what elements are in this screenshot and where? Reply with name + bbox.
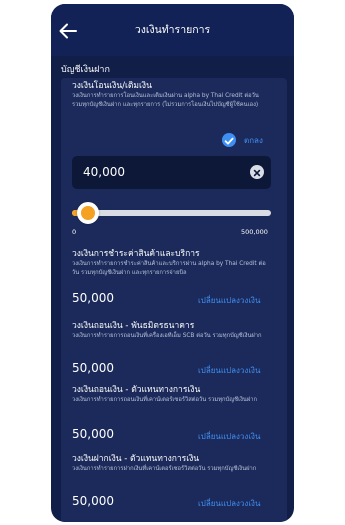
transfer-limit-title: วงเงินโอนเงิน/เติมเงิน <box>72 81 152 91</box>
back-arrow-icon[interactable] <box>57 20 79 42</box>
limit-amount: 50,000 <box>72 427 114 441</box>
limit-amount: 50,000 <box>72 291 114 305</box>
change-limit-button[interactable]: เปลี่ยนแปลงวงเงิน <box>198 364 260 377</box>
change-limit-button[interactable]: เปลี่ยนแปลงวงเงิน <box>198 497 260 510</box>
slider-thumb[interactable] <box>76 202 99 224</box>
slider-max-label: 500,000 <box>241 228 268 236</box>
limit-slider[interactable] <box>72 202 271 224</box>
section-title: บัญชีเงินฝาก <box>61 65 110 75</box>
transfer-limit-description: วงเงินการทำรายการโอนเงินและเติมเงินผ่าน … <box>72 93 259 108</box>
limit-description: วงเงินการทำรายการฝากเงินที่เคาน์เตอร์เซอ… <box>72 466 257 472</box>
limit-title: วงเงินการชำระค่าสินค้าและบริการ <box>72 249 200 259</box>
limit-amount: 50,000 <box>72 361 114 375</box>
limit-amount-input[interactable]: 40,000 <box>72 156 271 189</box>
limit-amount-value: 40,000 <box>83 165 125 179</box>
limit-title: วงเงินฝากเงิน - ตัวแทนทางการเงิน <box>72 454 200 464</box>
limit-amount: 50,000 <box>72 494 114 508</box>
limit-title: วงเงินถอนเงิน - พันธมิตรธนาคาร <box>72 321 195 331</box>
limit-description: วงเงินการทำรายการชำระค่าสินค้าและบริการผ… <box>72 261 266 276</box>
confirm-button[interactable]: ตกลง <box>244 134 263 147</box>
app-header: วงเงินทำรายการ <box>51 4 294 56</box>
page-title: วงเงินทำรายการ <box>134 24 211 36</box>
clear-icon[interactable] <box>250 165 264 179</box>
limit-title: วงเงินถอนเงิน - ตัวแทนทางการเงิน <box>72 385 201 395</box>
check-circle-icon[interactable] <box>222 133 236 147</box>
limit-description: วงเงินการทำรายการถอนเงินที่เครื่องเอทีเอ… <box>72 333 262 339</box>
slider-min-label: 0 <box>72 228 77 236</box>
limit-description: วงเงินการทำรายการถอนเงินที่เคาน์เตอร์เซอ… <box>72 397 258 403</box>
change-limit-button[interactable]: เปลี่ยนแปลงวงเงิน <box>198 294 260 307</box>
change-limit-button[interactable]: เปลี่ยนแปลงวงเงิน <box>198 430 260 443</box>
